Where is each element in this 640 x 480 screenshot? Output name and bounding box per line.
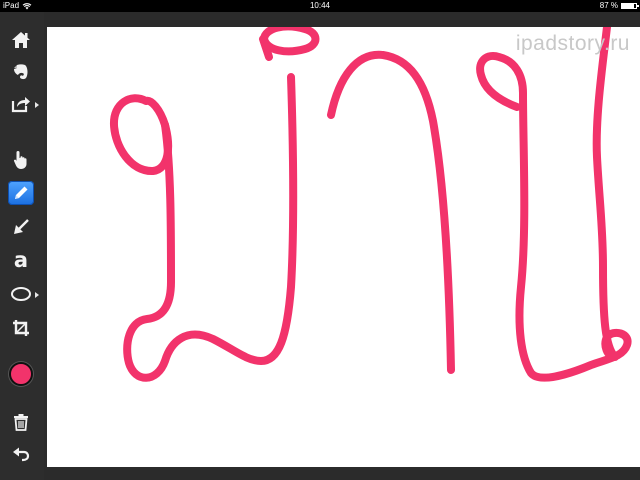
handwriting-stroke (260, 27, 320, 56)
share-icon (11, 97, 30, 113)
status-bar: iPad 10:44 87 % (0, 0, 640, 12)
trash-icon (14, 414, 28, 431)
toolbar: a (0, 12, 44, 480)
shape-submenu-indicator (35, 292, 39, 298)
watermark: ipadstory.ru (515, 32, 630, 55)
clock: 10:44 (309, 1, 331, 10)
battery-percent: 87 % (599, 1, 618, 10)
handwriting-stroke (476, 27, 632, 382)
crop-tool-button[interactable] (6, 314, 36, 342)
text-tool-button[interactable]: a (6, 246, 36, 274)
pencil-icon (15, 186, 28, 199)
crop-icon (13, 320, 29, 336)
handwriting-stroke (259, 35, 273, 61)
home-icon (12, 32, 30, 48)
pen-tool-button[interactable] (6, 179, 36, 207)
share-button[interactable] (6, 90, 39, 118)
share-submenu-indicator (35, 102, 39, 108)
drawing-strokes (110, 27, 632, 382)
home-button[interactable] (6, 26, 36, 54)
pen-tool-selected-bg (8, 181, 34, 205)
evernote-button[interactable] (6, 58, 36, 86)
undo-icon (13, 447, 30, 462)
text-icon: a (13, 247, 29, 272)
shape-tool-button[interactable] (6, 280, 39, 308)
hand-pointer-icon (13, 151, 27, 169)
elephant-icon (14, 64, 28, 80)
drawing-canvas[interactable]: ipadstory.ru (47, 27, 640, 467)
delete-button[interactable] (6, 408, 36, 436)
handwriting-stroke (110, 94, 173, 175)
status-right: 87 % (599, 0, 639, 12)
handwriting-stroke (327, 50, 455, 374)
color-picker-button[interactable] (6, 360, 36, 388)
battery-icon (621, 3, 639, 9)
ellipse-icon (11, 287, 31, 301)
arrow-tool-button[interactable] (6, 213, 36, 241)
hand-tool-button[interactable] (6, 146, 36, 174)
battery-level (622, 4, 635, 8)
undo-button[interactable] (6, 440, 36, 468)
arrow-icon (14, 219, 29, 234)
handwriting-stroke (123, 73, 298, 382)
color-swatch (9, 362, 33, 386)
